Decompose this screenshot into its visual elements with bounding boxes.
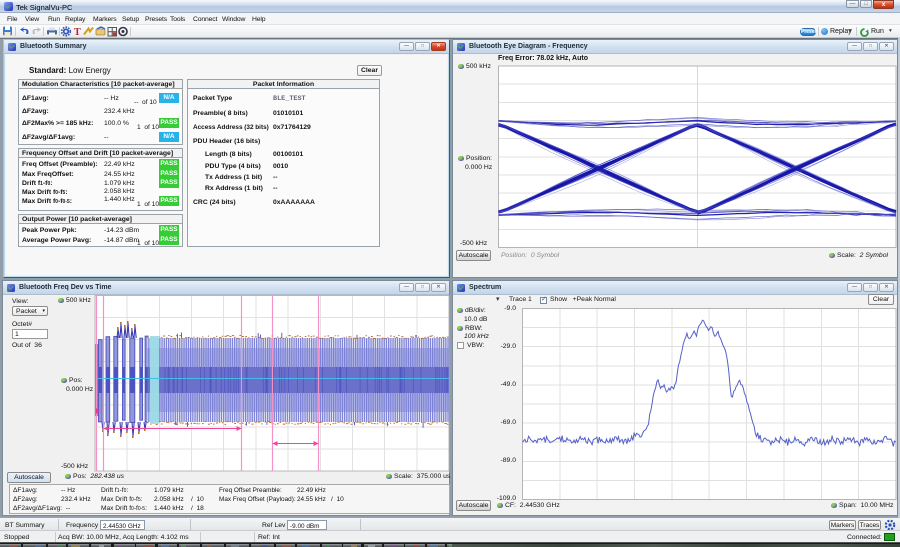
svg-text:T: T <box>74 27 81 37</box>
